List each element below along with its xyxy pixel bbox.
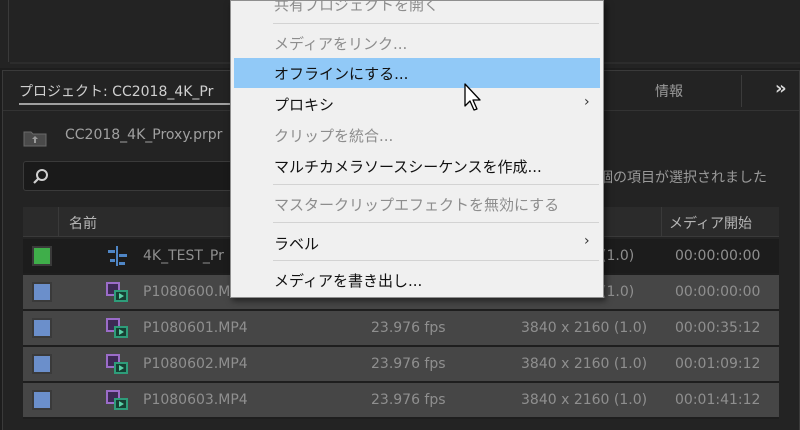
clip-media-start: 00:00:00:00 [675,284,761,300]
label-color-swatch[interactable] [32,354,52,374]
column-header-name[interactable]: 名前 [69,213,97,233]
label-color-swatch[interactable] [32,390,52,410]
clip-resolution: (1.0) [601,248,635,264]
submenu-arrow-icon: › [584,94,590,110]
more-panels-icon[interactable]: » [775,78,787,99]
menu-item-export-media[interactable]: メディアを書き出し... [234,265,600,295]
clip-frame-rate: 23.976 fps [371,320,446,336]
clip-resolution: 3840 x 2160 (1.0) [521,320,648,336]
video-clip-icon [106,318,128,338]
menu-separator [273,222,599,223]
menu-separator [273,260,599,261]
clip-name: 4K_TEST_Pr [143,248,224,264]
clip-resolution: (1.0) [601,284,635,300]
label-color-swatch[interactable] [32,318,52,338]
menu-item-disable-masterclip-effects[interactable]: マスタークリップエフェクトを無効にする [234,189,600,219]
menu-item-create-multicam-sequence[interactable]: マルチカメラソースシーケンスを作成... [234,151,600,181]
divider [741,75,742,107]
clip-frame-rate: 23.976 fps [371,356,446,372]
clip-media-start: 00:00:00:00 [675,248,761,264]
mouse-pointer-icon [464,83,481,111]
label-color-swatch[interactable] [32,246,52,266]
clip-media-start: 00:00:35:12 [675,320,761,336]
active-tab-indicator [19,103,234,105]
table-row[interactable]: P1080602.MP4 23.976 fps 3840 x 2160 (1.0… [23,347,779,381]
video-clip-icon [106,354,128,374]
clip-name: P1080601.MP4 [143,320,248,336]
bin-path: CC2018_4K_Proxy.prpr [65,127,223,143]
menu-separator [273,184,599,185]
selection-status: 個の項目が選択されました [599,170,767,186]
scrollbar[interactable] [781,237,799,430]
video-clip-icon [106,390,128,410]
menu-item-open-shared-project[interactable]: 共有プロジェクトを開く [234,0,600,19]
clip-name: P1080600.MP [143,284,239,300]
context-menu: 共有プロジェクトを開く メディアをリンク... オフラインにする... プロキシ… [230,0,604,298]
submenu-arrow-icon: › [584,233,590,249]
clip-media-start: 00:01:09:12 [675,356,761,372]
menu-item-label[interactable]: ラベル › [234,228,600,258]
clip-name: P1080603.MP4 [143,392,248,408]
sequence-icon [108,246,127,266]
clip-name: P1080602.MP4 [143,356,248,372]
clip-media-start: 00:01:41:12 [675,392,761,408]
tab-project[interactable]: プロジェクト: CC2018_4K_Pr [19,81,213,101]
clip-resolution: 3840 x 2160 (1.0) [521,392,648,408]
menu-separator [273,23,599,24]
label-column-header[interactable] [23,207,59,237]
divider [661,207,662,237]
label-color-swatch[interactable] [32,282,52,302]
column-header-media-start[interactable]: メディア開始 [669,213,752,233]
menu-item-consolidate-clips[interactable]: クリップを統合... [234,120,600,150]
table-row[interactable]: P1080603.MP4 23.976 fps 3840 x 2160 (1.0… [23,383,779,417]
menu-item-proxy[interactable]: プロキシ › [234,89,600,119]
tab-info[interactable]: 情報 [655,81,683,101]
clip-frame-rate: 23.976 fps [371,392,446,408]
search-icon [33,169,48,184]
menu-item-link-media[interactable]: メディアをリンク... [234,28,600,58]
up-folder-icon[interactable] [23,129,47,147]
menu-item-make-offline[interactable]: オフラインにする... [234,58,600,88]
video-clip-icon [106,282,128,302]
table-row[interactable]: P1080601.MP4 23.976 fps 3840 x 2160 (1.0… [23,311,779,345]
divider [8,0,9,62]
search-input[interactable] [23,161,253,191]
clip-resolution: 3840 x 2160 (1.0) [521,356,648,372]
